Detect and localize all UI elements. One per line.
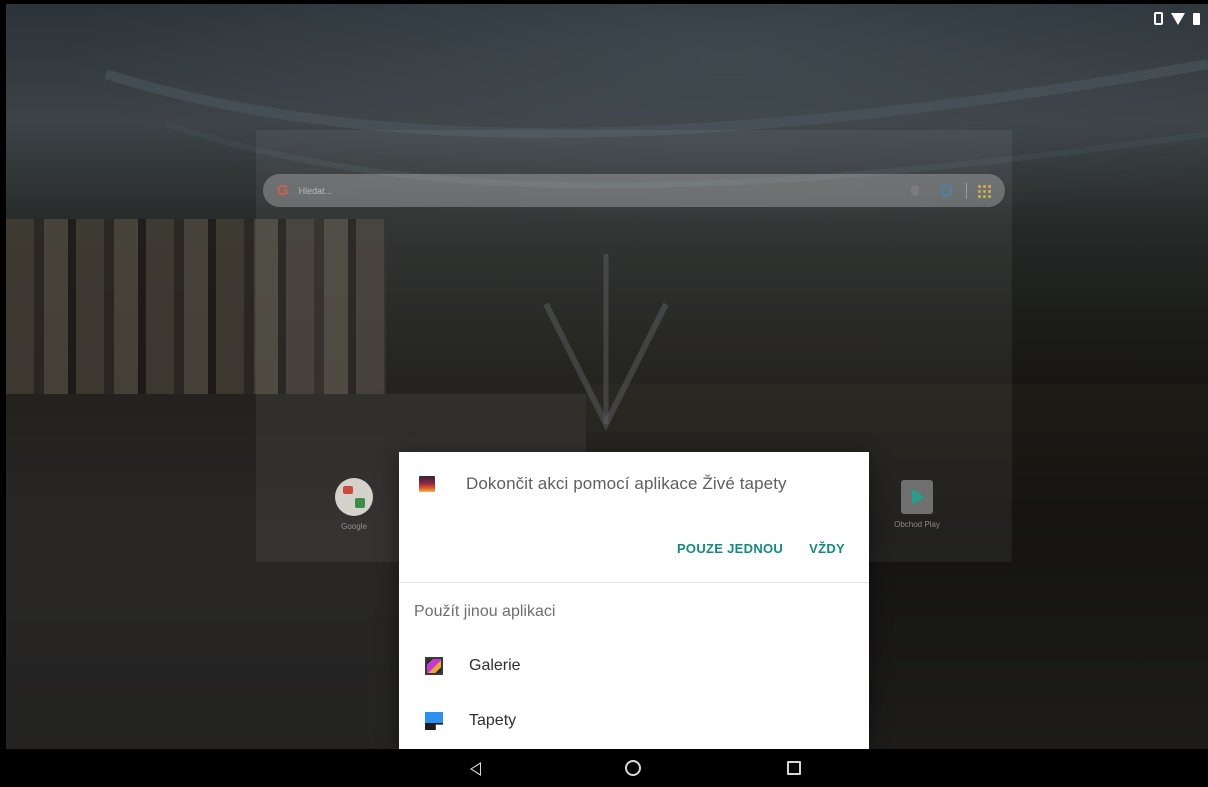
google-folder-label: Google <box>341 522 367 531</box>
wifi-icon <box>1171 12 1185 25</box>
apps-grid-icon[interactable] <box>977 183 991 198</box>
home-icon[interactable] <box>625 760 641 776</box>
option-label: Tapety <box>469 712 517 729</box>
back-icon[interactable] <box>470 762 481 776</box>
other-apps-label: Použít jinou aplikaci <box>414 603 556 620</box>
recents-icon[interactable] <box>787 761 801 775</box>
search-placeholder: Hledat... <box>298 185 333 196</box>
dialog-header: Dokončit akci pomocí aplikace Živé tapet… <box>399 452 869 583</box>
play-store-icon <box>901 480 933 514</box>
vibrate-icon <box>1154 12 1163 25</box>
google-folder-icon <box>335 478 373 516</box>
battery-icon <box>1193 12 1200 25</box>
just-once-button[interactable]: POUZE JEDNOU <box>677 541 783 556</box>
always-button[interactable]: VŽDY <box>809 541 845 556</box>
play-store-app[interactable]: Obchod Play <box>882 480 952 529</box>
google-search-bar[interactable]: G Hledat... <box>263 174 1005 207</box>
status-bar <box>1154 12 1200 25</box>
app-chooser-dialog: Dokončit akci pomocí aplikace Živé tapet… <box>399 452 869 749</box>
navigation-bar <box>0 749 1208 787</box>
google-folder[interactable]: Google <box>322 478 386 531</box>
wallpapers-icon <box>425 712 443 730</box>
live-wallpapers-icon <box>419 476 435 492</box>
google-logo-icon: G <box>277 182 289 199</box>
dialog-actions: POUZE JEDNOU VŽDY <box>677 541 845 556</box>
option-label: Galerie <box>469 657 521 674</box>
option-tapety[interactable]: Tapety <box>399 696 869 746</box>
gallery-icon <box>425 657 443 675</box>
option-galerie[interactable]: Galerie <box>399 641 869 691</box>
dialog-title: Dokončit akci pomocí aplikace Živé tapet… <box>466 474 787 493</box>
lens-icon[interactable] <box>941 185 952 196</box>
search-divider <box>966 182 967 199</box>
microphone-icon[interactable] <box>911 185 919 196</box>
play-store-label: Obchod Play <box>894 520 940 529</box>
